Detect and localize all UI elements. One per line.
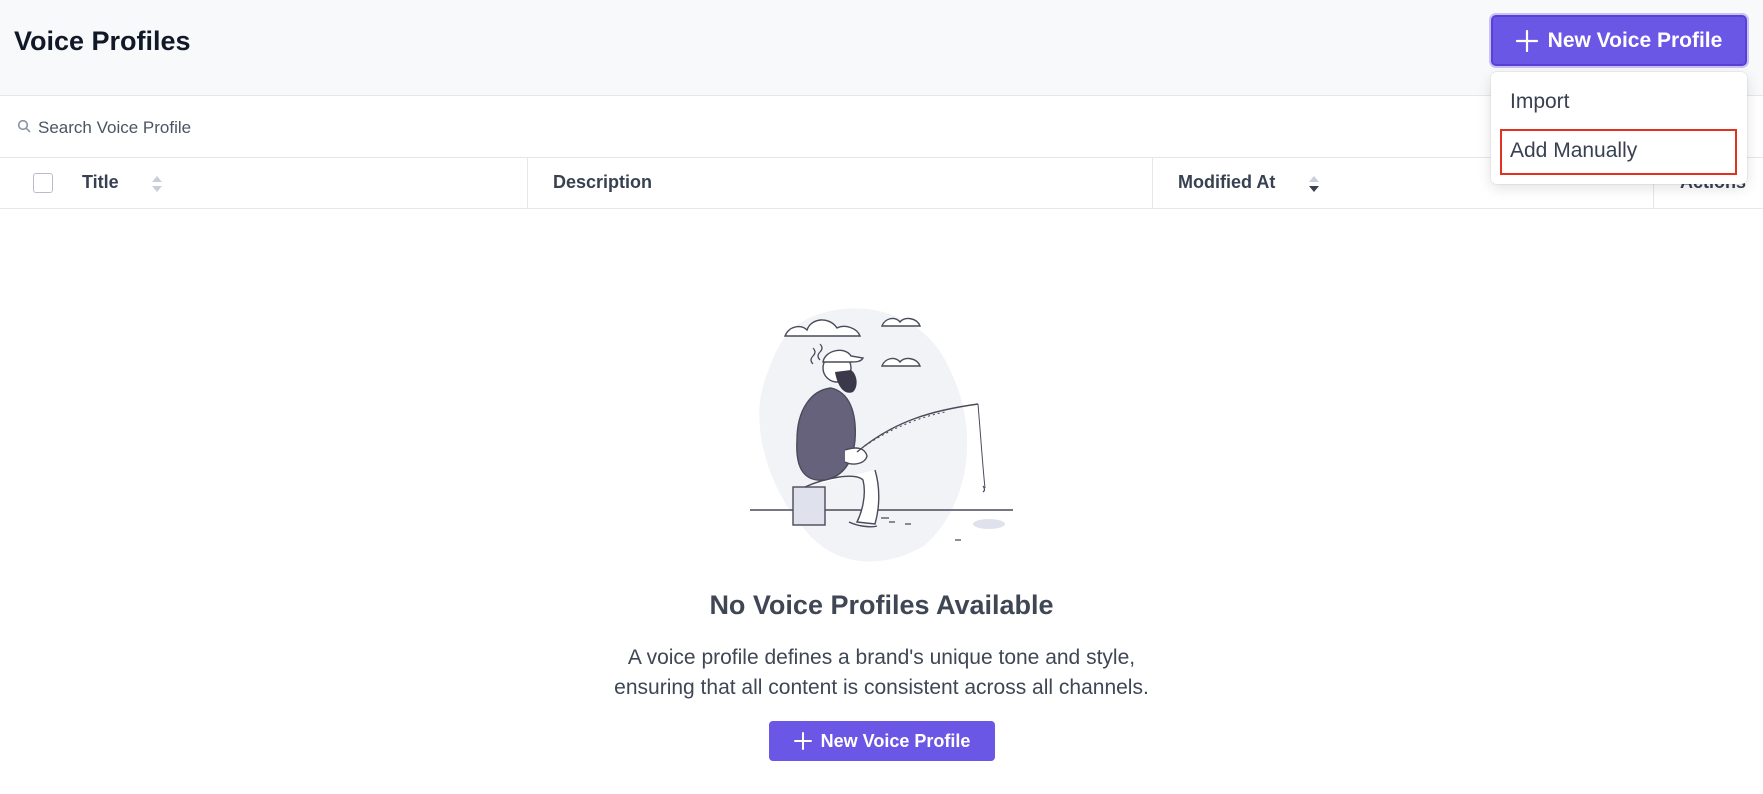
new-voice-profile-dropdown: Import Add Manually — [1491, 72, 1747, 184]
plus-icon — [1515, 29, 1538, 52]
page-title: Voice Profiles — [14, 26, 191, 56]
select-all-checkbox[interactable] — [33, 173, 53, 193]
column-divider — [527, 158, 528, 209]
search-input[interactable] — [38, 115, 438, 141]
new-voice-profile-label: New Voice Profile — [1547, 28, 1723, 52]
empty-state-new-voice-profile-button[interactable]: New Voice Profile — [769, 721, 995, 761]
sort-icon[interactable] — [151, 175, 163, 198]
column-header-description: Description — [553, 172, 653, 192]
sort-desc-icon[interactable] — [1308, 175, 1320, 198]
new-voice-profile-button[interactable]: New Voice Profile — [1491, 15, 1747, 66]
fishing-man-illustration — [750, 308, 1013, 562]
empty-state-description-line: ensuring that all content is consistent … — [614, 676, 1149, 699]
column-header-modified-at[interactable]: Modified At — [1178, 172, 1275, 193]
plus-icon — [793, 732, 812, 750]
dropdown-item-add-manually[interactable]: Add Manually — [1491, 129, 1747, 173]
empty-state-description-line: A voice profile defines a brand's unique… — [627, 646, 1136, 669]
empty-state-title: No Voice Profiles Available — [709, 590, 1054, 620]
search-icon — [17, 119, 31, 138]
column-header-title[interactable]: Title — [82, 172, 119, 193]
empty-state-button-label: New Voice Profile — [820, 730, 971, 751]
column-divider — [1152, 158, 1153, 209]
dropdown-item-import[interactable]: Import — [1491, 80, 1747, 124]
empty-state-description: A voice profile defines a brand's unique… — [581, 643, 1182, 703]
